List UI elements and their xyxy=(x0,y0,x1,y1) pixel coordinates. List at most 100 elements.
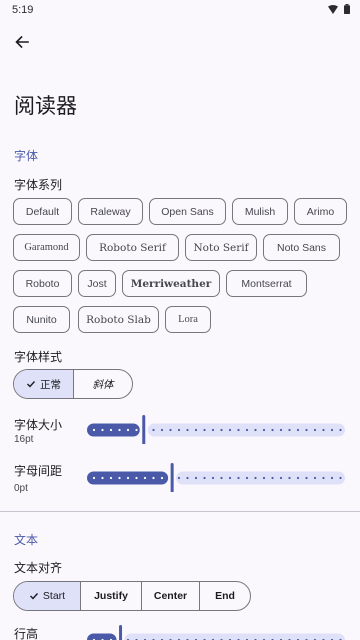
slider-tick xyxy=(228,476,232,480)
segment-label: Justify xyxy=(94,590,128,602)
slider-tick xyxy=(245,476,249,480)
slider-tick xyxy=(186,428,189,432)
slider-tick xyxy=(339,428,342,432)
segment-label: Center xyxy=(153,590,188,602)
slider-thumb[interactable] xyxy=(119,625,123,640)
slider-tick xyxy=(271,476,274,480)
slider-tick xyxy=(177,428,181,432)
slider-tick xyxy=(160,428,164,432)
chip-label: Roboto xyxy=(25,277,60,290)
font-size-label: 字体大小 xyxy=(14,418,63,432)
chip-lora[interactable]: Lora xyxy=(165,306,211,333)
slider-tick xyxy=(169,428,172,432)
font-family-label: 字体系列 xyxy=(14,178,63,192)
slider-tick xyxy=(322,428,325,432)
align-start[interactable]: Start xyxy=(14,582,81,610)
font-size-value: 16pt xyxy=(14,434,34,445)
chip-mulish[interactable]: Mulish xyxy=(232,198,288,225)
align-center[interactable]: Center xyxy=(142,582,200,610)
slider-tick xyxy=(126,476,130,480)
chip-roboto-serif[interactable]: Roboto Serif xyxy=(86,234,179,261)
slider-tick xyxy=(279,476,283,480)
font-size-slider[interactable] xyxy=(86,414,346,444)
slider-tick xyxy=(211,476,215,480)
slider-tick xyxy=(313,428,317,432)
slider-tick xyxy=(92,428,96,432)
slider-tick xyxy=(126,428,130,432)
chip-open-sans[interactable]: Open Sans xyxy=(149,198,226,225)
chip-roboto-slab[interactable]: Roboto Slab xyxy=(78,306,159,333)
check-icon xyxy=(27,381,36,388)
line-height-slider[interactable] xyxy=(86,624,346,640)
slider-thumb[interactable] xyxy=(170,463,174,492)
segment-label: End xyxy=(215,590,235,602)
slider-tick xyxy=(305,476,308,480)
slider-tick xyxy=(228,428,232,432)
slider-tick xyxy=(296,428,300,432)
slider-tick xyxy=(330,476,334,480)
chip-garamond[interactable]: Garamond xyxy=(13,234,80,261)
chip-label: Arimo xyxy=(306,205,335,218)
chip-label: Jost xyxy=(87,277,107,290)
slider-tick xyxy=(135,428,138,432)
slider-tick xyxy=(160,476,164,480)
slider-tick xyxy=(271,428,274,432)
font-style-label: 字体样式 xyxy=(14,350,63,364)
slider-tick xyxy=(194,428,198,432)
chip-raleway[interactable]: Raleway xyxy=(78,198,143,225)
chip-default[interactable]: Default xyxy=(13,198,72,225)
chip-label: Roboto Slab xyxy=(86,313,151,326)
chip-label: Merriweather xyxy=(130,277,212,290)
chip-label: Nunito xyxy=(26,313,57,326)
slider-tick xyxy=(288,476,291,480)
chip-noto-serif[interactable]: Noto Serif xyxy=(185,234,257,261)
slider-tick xyxy=(339,476,342,480)
page-title: 阅读器 xyxy=(14,94,77,118)
slider-tick xyxy=(109,476,113,480)
slider-tick xyxy=(254,428,257,432)
slider-tick xyxy=(186,476,189,480)
slider-active-track xyxy=(87,633,117,640)
slider-tick xyxy=(220,476,223,480)
chip-label: Noto Sans xyxy=(276,241,327,254)
slider-tick xyxy=(330,428,334,432)
segment-label: 斜体 xyxy=(92,378,114,391)
slider-tick xyxy=(262,428,266,432)
chip-nunito[interactable]: Nunito xyxy=(13,306,70,333)
slider-tick xyxy=(211,428,215,432)
slider-tick xyxy=(296,476,300,480)
letter-spacing-slider[interactable] xyxy=(86,462,346,492)
slider-tick xyxy=(305,428,308,432)
chip-jost[interactable]: Jost xyxy=(78,270,116,297)
chip-label: Mulish xyxy=(244,205,276,218)
font-style-normal[interactable]: 正常 xyxy=(14,370,74,398)
slider-tick xyxy=(152,476,155,480)
check-icon xyxy=(29,593,38,600)
slider-tick xyxy=(322,476,325,480)
chip-roboto[interactable]: Roboto xyxy=(13,270,72,297)
chip-noto-sans[interactable]: Noto Sans xyxy=(263,234,340,261)
slider-tick xyxy=(203,476,206,480)
section-header-text: 文本 xyxy=(14,533,39,547)
back-button[interactable] xyxy=(8,28,36,56)
slider-tick xyxy=(220,428,223,432)
slider-tick xyxy=(254,476,257,480)
align-justify[interactable]: Justify xyxy=(81,582,142,610)
slider-tick xyxy=(237,476,240,480)
status-bar: 5:19 xyxy=(0,0,360,20)
wifi-icon xyxy=(328,4,338,14)
chip-merriweather[interactable]: Merriweather xyxy=(122,270,220,297)
slider-tick xyxy=(237,428,240,432)
segment-label: Start xyxy=(42,590,66,602)
chip-label: Default xyxy=(25,205,60,218)
slider-tick xyxy=(135,476,138,480)
section-divider xyxy=(0,511,360,512)
font-style-italic[interactable]: 斜体 xyxy=(74,370,132,398)
slider-tick xyxy=(143,476,147,480)
align-end[interactable]: End xyxy=(200,582,250,610)
slider-tick xyxy=(118,428,121,432)
slider-thumb[interactable] xyxy=(142,415,146,444)
section-header-font: 字体 xyxy=(14,149,39,163)
chip-arimo[interactable]: Arimo xyxy=(294,198,347,225)
chip-montserrat[interactable]: Montserrat xyxy=(226,270,307,297)
